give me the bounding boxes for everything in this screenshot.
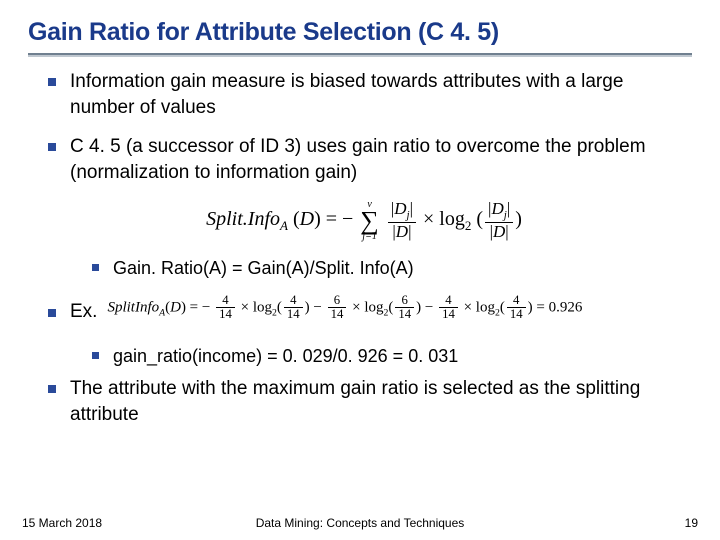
- bullet-4-text: Ex.: [70, 301, 97, 323]
- bullet-5-sub: gain_ratio(income) = 0. 029/0. 926 = 0. …: [92, 344, 680, 368]
- frac-num: D: [394, 199, 406, 218]
- f-lhs-name: Split.Info: [206, 208, 280, 230]
- bullet-icon: [92, 352, 99, 359]
- footer-center: Data Mining: Concepts and Techniques: [0, 516, 720, 530]
- bullet-5-text: gain_ratio(income) = 0. 029/0. 926 = 0. …: [113, 344, 458, 368]
- log-label: log: [439, 208, 465, 230]
- bullet-icon: [48, 309, 56, 317]
- footer-page: 19: [685, 516, 698, 530]
- bullet-6-text: The attribute with the maximum gain rati…: [70, 376, 680, 427]
- bullet-2-text: C 4. 5 (a successor of ID 3) uses gain r…: [70, 134, 680, 185]
- bullet-6: The attribute with the maximum gain rati…: [48, 376, 680, 427]
- title-rule: [28, 53, 692, 55]
- content-area: Information gain measure is biased towar…: [0, 69, 720, 427]
- formula-splitinfo: Split.InfoA (D) = − v ∑ j=1 Dj D × log2 …: [48, 200, 680, 242]
- bullet-1: Information gain measure is biased towar…: [48, 69, 680, 120]
- slide: Gain Ratio for Attribute Selection (C 4.…: [0, 0, 720, 540]
- bullet-3-text: Gain. Ratio(A) = Gain(A)/Split. Info(A): [113, 256, 414, 280]
- bullet-icon: [48, 78, 56, 86]
- log-base: 2: [465, 218, 472, 233]
- frac-num-sub: j: [407, 210, 410, 222]
- bullet-2: C 4. 5 (a successor of ID 3) uses gain r…: [48, 134, 680, 185]
- slide-title: Gain Ratio for Attribute Selection (C 4.…: [0, 0, 720, 53]
- fraction: Dj D: [388, 200, 416, 241]
- sum-icon: v ∑ j=1: [360, 200, 379, 242]
- sum-bottom: j=1: [360, 232, 379, 242]
- bullet-3-sub: Gain. Ratio(A) = Gain(A)/Split. Info(A): [92, 256, 680, 280]
- title-rule-area: [0, 53, 720, 69]
- bullet-icon: [92, 264, 99, 271]
- fraction: Dj D: [485, 200, 513, 241]
- bullet-4-example: Ex. SplitInfoA(D) = − 414 × log2(414) − …: [48, 288, 680, 336]
- f-lhs-arg: D: [300, 208, 314, 230]
- bullet-icon: [48, 143, 56, 151]
- f-lhs-sub: A: [280, 218, 288, 233]
- bullet-1-text: Information gain measure is biased towar…: [70, 69, 680, 120]
- bullet-icon: [48, 385, 56, 393]
- formula-example: SplitInfoA(D) = − 414 × log2(414) − 614 …: [107, 294, 680, 322]
- frac-den: D: [396, 222, 408, 241]
